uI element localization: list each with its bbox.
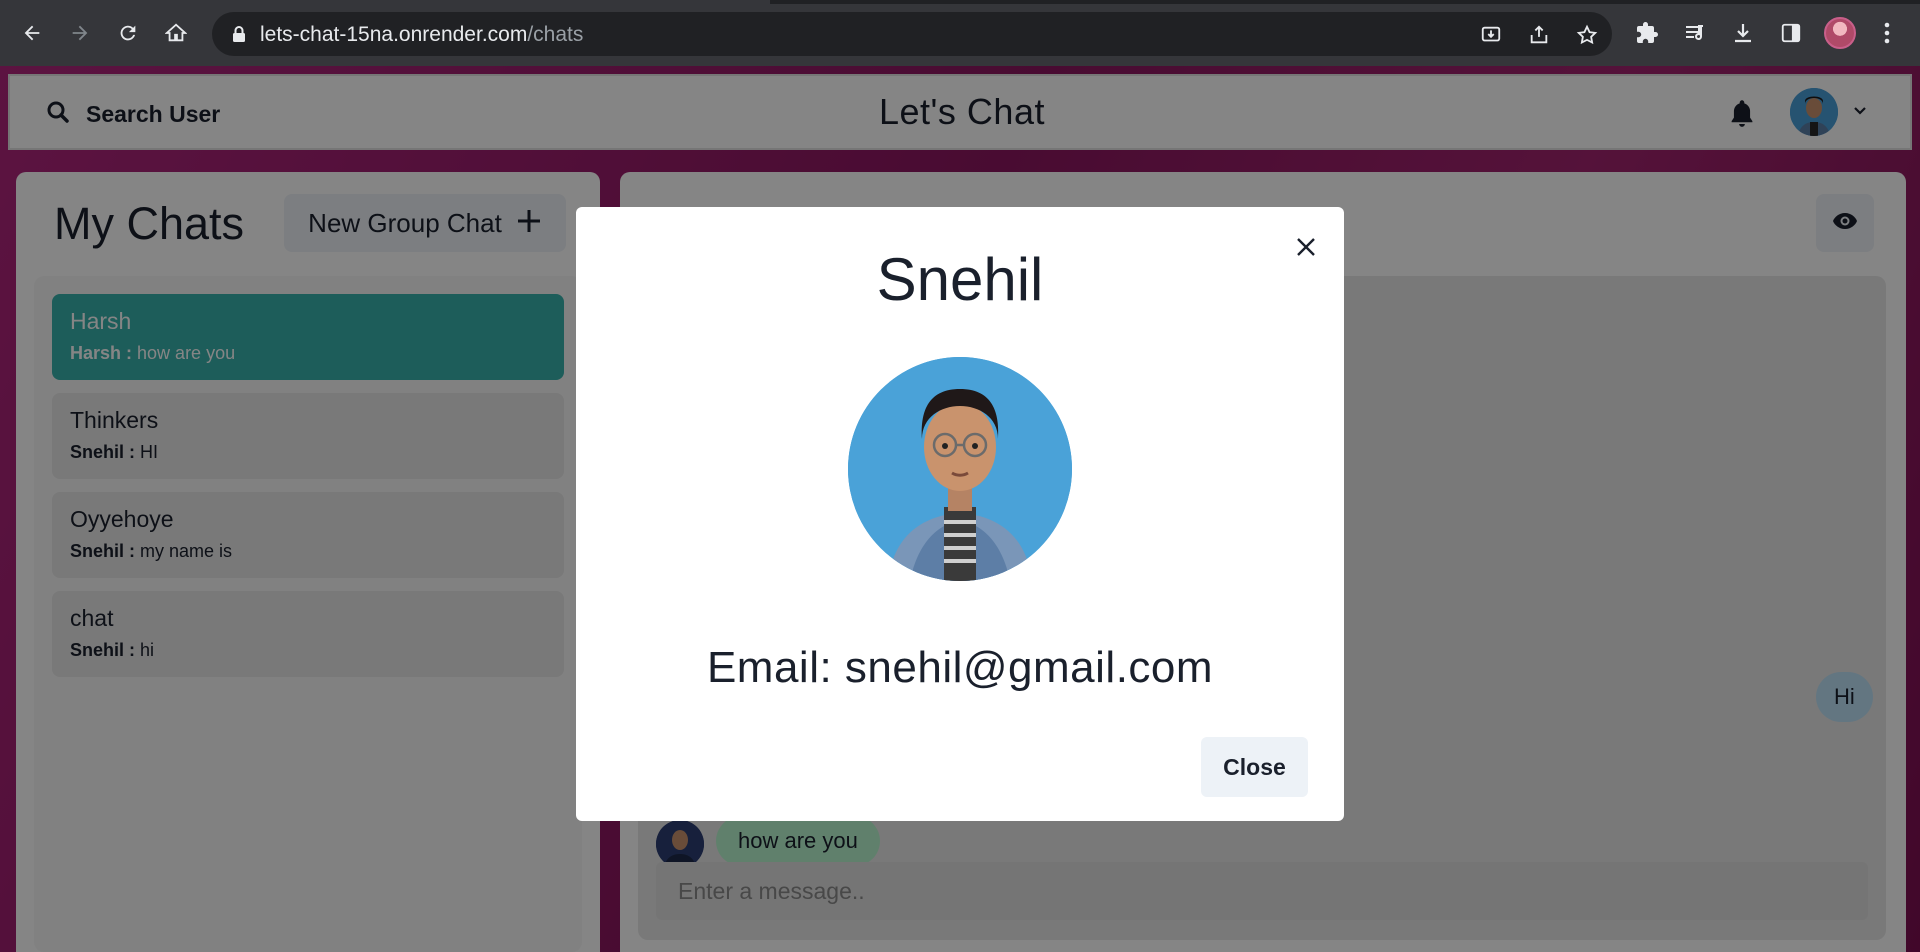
profile-modal: Snehil Email: snehil@gmail.com Close: [576, 207, 1344, 821]
install-app-icon[interactable]: [1478, 22, 1504, 48]
browser-profile-avatar[interactable]: [1824, 17, 1856, 49]
profile-picture: [848, 357, 1072, 581]
browser-menu-icon[interactable]: [1872, 18, 1902, 48]
tab-strip: [0, 0, 1920, 4]
bookmark-star-icon[interactable]: [1574, 22, 1600, 48]
share-icon[interactable]: [1526, 22, 1552, 48]
address-bar[interactable]: lets-chat-15na.onrender.com/chats: [212, 12, 1612, 56]
media-control-icon[interactable]: [1680, 18, 1710, 48]
close-icon[interactable]: [1286, 227, 1326, 267]
forward-icon[interactable]: [64, 17, 96, 49]
close-button[interactable]: Close: [1201, 737, 1308, 797]
browser-toolbar: lets-chat-15na.onrender.com/chats: [0, 0, 1920, 66]
home-icon[interactable]: [160, 17, 192, 49]
side-panel-icon[interactable]: [1776, 18, 1806, 48]
modal-title: Snehil: [876, 246, 1044, 313]
extensions-icon[interactable]: [1632, 18, 1662, 48]
url-text: lets-chat-15na.onrender.com/chats: [260, 23, 584, 46]
lock-icon: [232, 25, 246, 47]
reload-icon[interactable]: [112, 17, 144, 49]
modal-email: Email: snehil@gmail.com: [706, 643, 1214, 692]
back-icon[interactable]: [16, 17, 48, 49]
downloads-icon[interactable]: [1728, 18, 1758, 48]
